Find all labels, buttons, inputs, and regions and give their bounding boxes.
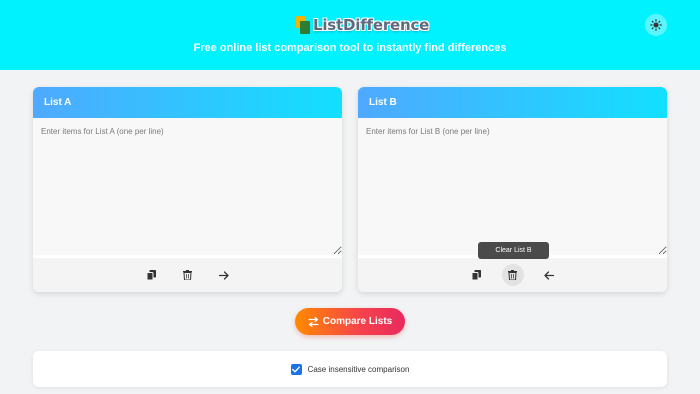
copy-icon — [472, 270, 481, 280]
list-a-clear-button[interactable] — [177, 264, 199, 286]
list-b-clear-button[interactable] — [501, 264, 524, 286]
case-insensitive-checkbox[interactable] — [290, 363, 302, 375]
arrow-right-icon — [218, 270, 229, 280]
swap-icon — [308, 316, 319, 327]
header-banner: ListDifference Free online list comparis… — [0, 0, 700, 70]
list-a-copy-button[interactable] — [141, 264, 163, 286]
logo-icon — [296, 16, 311, 34]
arrow-left-icon — [543, 270, 554, 280]
logo-text: ListDifference — [313, 16, 430, 34]
checkmark-icon — [292, 366, 300, 372]
case-insensitive-label[interactable]: Case insensitive comparison — [308, 365, 410, 374]
list-a-title: List A — [33, 87, 342, 118]
list-a-input[interactable] — [33, 118, 342, 255]
list-b-input[interactable] — [358, 118, 667, 255]
list-b-title: List B — [358, 87, 667, 118]
sun-icon — [650, 19, 662, 31]
copy-icon — [147, 270, 156, 280]
compare-lists-label: Compare Lists — [322, 316, 393, 327]
list-a-panel: List A — [33, 87, 342, 292]
trash-icon — [183, 270, 192, 280]
compare-lists-button[interactable]: Compare Lists — [295, 308, 405, 335]
options-bar: Case insensitive comparison — [33, 351, 667, 387]
list-a-toolbar — [33, 258, 342, 292]
trash-icon — [508, 270, 517, 280]
clear-list-b-tooltip: Clear List B — [478, 242, 549, 259]
list-b-move-left-button[interactable] — [538, 264, 560, 286]
list-b-copy-button[interactable] — [466, 264, 488, 286]
site-logo[interactable]: ListDifference — [296, 15, 429, 35]
list-b-panel: List B — [358, 87, 667, 292]
tagline: Free online list comparison tool to inst… — [193, 42, 507, 54]
list-a-move-right-button[interactable] — [213, 264, 235, 286]
theme-toggle-button[interactable] — [645, 14, 667, 36]
list-b-toolbar — [358, 258, 667, 292]
